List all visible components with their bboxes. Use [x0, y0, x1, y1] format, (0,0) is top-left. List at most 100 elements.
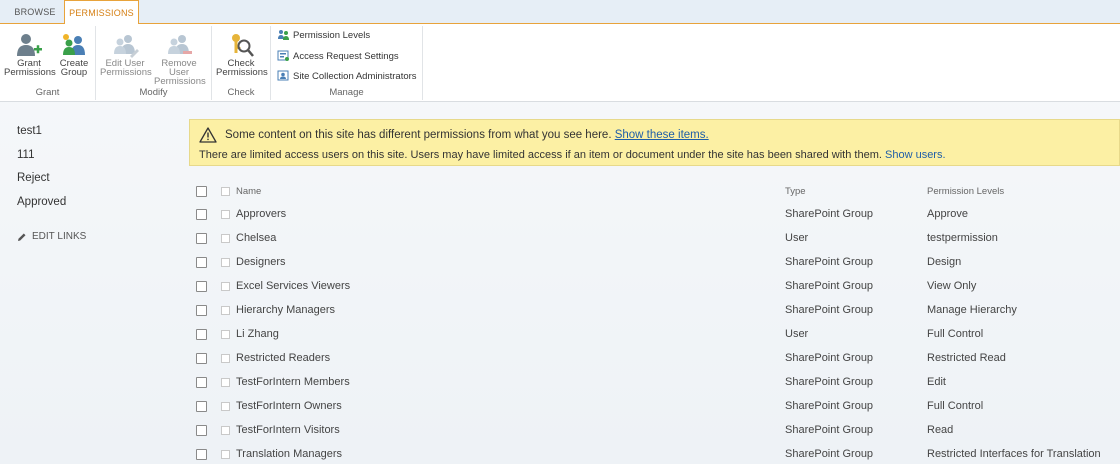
nav-item-test1[interactable]: test1 — [17, 124, 167, 148]
grant-permissions-button[interactable]: Grant Permissions — [4, 28, 56, 84]
ribbon-group-manage: Permission Levels Access Request Setting… — [271, 26, 423, 100]
tab-browse[interactable]: BROWSE — [6, 0, 64, 24]
show-these-items-link[interactable]: Show these items. — [615, 129, 709, 141]
row-name[interactable]: Restricted Readers — [236, 352, 330, 364]
remove-user-permissions-label-1: Remove User — [161, 58, 197, 78]
row-checkbox[interactable] — [196, 257, 207, 268]
notice-line-1-text: Some content on this site has different … — [225, 129, 612, 141]
row-checkbox[interactable] — [196, 209, 207, 220]
tab-permissions[interactable]: PERMISSIONS — [64, 0, 139, 25]
row-checkbox[interactable] — [196, 449, 207, 460]
site-collection-administrators-button[interactable]: Site Collection Administrators — [277, 69, 417, 85]
row-type: SharePoint Group — [785, 424, 874, 436]
permission-levels-button[interactable]: Permission Levels — [277, 28, 370, 44]
edit-links-label: EDIT LINKS — [32, 231, 87, 242]
row-type: SharePoint Group — [785, 280, 874, 292]
ribbon-tab-bar: BROWSE PERMISSIONS — [0, 0, 1120, 25]
row-checkbox[interactable] — [196, 233, 207, 244]
edit-links-button[interactable]: EDIT LINKS — [17, 231, 167, 242]
table-row[interactable]: Hierarchy Managers SharePoint Group Mana… — [189, 299, 1120, 323]
row-checkbox[interactable] — [196, 353, 207, 364]
row-item-checkbox[interactable] — [221, 426, 230, 435]
access-request-settings-label: Access Request Settings — [293, 51, 399, 62]
pencil-icon — [18, 233, 26, 241]
row-item-checkbox[interactable] — [221, 450, 230, 459]
create-group-button[interactable]: Create Group — [49, 28, 99, 84]
table-row[interactable]: TestForIntern Owners SharePoint Group Fu… — [189, 395, 1120, 419]
table-row[interactable]: Approvers SharePoint Group Approve — [189, 203, 1120, 227]
site-collection-administrators-label: Site Collection Administrators — [293, 71, 417, 82]
row-item-checkbox[interactable] — [221, 378, 230, 387]
row-name[interactable]: Chelsea — [236, 232, 276, 244]
site-admins-icon — [277, 70, 289, 81]
table-row[interactable]: Designers SharePoint Group Design — [189, 251, 1120, 275]
table-header: Name Type Permission Levels — [189, 180, 1120, 203]
row-item-checkbox[interactable] — [221, 234, 230, 243]
row-checkbox[interactable] — [196, 377, 207, 388]
row-checkbox[interactable] — [196, 281, 207, 292]
ribbon: Grant Permissions Create Group Grant Edi… — [0, 24, 1120, 102]
row-permission-level: Approve — [927, 208, 968, 220]
row-name[interactable]: Translation Managers — [236, 448, 342, 460]
row-permission-level: Restricted Interfaces for Translation — [927, 448, 1101, 460]
row-item-checkbox[interactable] — [221, 402, 230, 411]
row-permission-level: Design — [927, 256, 962, 268]
row-checkbox[interactable] — [196, 329, 207, 340]
row-name[interactable]: Approvers — [236, 208, 286, 220]
row-checkbox[interactable] — [196, 305, 207, 316]
row-name[interactable]: Designers — [236, 256, 286, 268]
access-request-settings-button[interactable]: Access Request Settings — [277, 49, 399, 65]
permissions-table: Name Type Permission Levels Approvers Sh… — [189, 180, 1120, 464]
row-type: User — [785, 328, 809, 340]
remove-user-permissions-label-2: Permissions — [154, 76, 206, 87]
row-name[interactable]: Li Zhang — [236, 328, 279, 340]
column-header-name[interactable]: Name — [236, 186, 261, 197]
row-item-checkbox[interactable] — [221, 354, 230, 363]
edit-user-permissions-button[interactable]: Edit User Permissions — [100, 28, 152, 84]
column-header-permission-levels[interactable]: Permission Levels — [927, 186, 1004, 197]
row-name[interactable]: Hierarchy Managers — [236, 304, 335, 316]
ribbon-group-grant: Grant Permissions Create Group Grant — [0, 26, 96, 100]
permission-levels-icon — [278, 30, 289, 41]
row-type: SharePoint Group — [785, 376, 874, 388]
notice-line-2: There are limited access users on this s… — [199, 149, 946, 161]
select-all-checkbox[interactable] — [196, 186, 207, 197]
edit-user-permissions-icon — [114, 35, 139, 58]
table-row[interactable]: TestForIntern Visitors SharePoint Group … — [189, 419, 1120, 443]
warning-icon — [199, 127, 217, 143]
check-permissions-button[interactable]: Check Permissions — [216, 28, 268, 84]
row-permission-level: Manage Hierarchy — [927, 304, 1017, 316]
header-item-checkbox[interactable] — [221, 187, 230, 196]
row-item-checkbox[interactable] — [221, 210, 230, 219]
row-item-checkbox[interactable] — [221, 306, 230, 315]
row-item-checkbox[interactable] — [221, 282, 230, 291]
nav-item-reject[interactable]: Reject — [17, 171, 167, 195]
column-header-type[interactable]: Type — [785, 186, 806, 197]
grant-permissions-icon — [17, 34, 42, 56]
table-row[interactable]: Restricted Readers SharePoint Group Rest… — [189, 347, 1120, 371]
remove-user-permissions-icon — [168, 35, 192, 54]
table-row[interactable]: TestForIntern Members SharePoint Group E… — [189, 371, 1120, 395]
nav-item-111[interactable]: 111 — [17, 148, 167, 172]
table-row[interactable]: Li Zhang User Full Control — [189, 323, 1120, 347]
grant-permissions-label-2: Permissions — [4, 67, 56, 78]
row-type: SharePoint Group — [785, 352, 874, 364]
show-users-link[interactable]: Show users. — [885, 149, 946, 161]
permission-levels-label: Permission Levels — [293, 30, 371, 41]
row-checkbox[interactable] — [196, 425, 207, 436]
row-name[interactable]: TestForIntern Visitors — [236, 424, 340, 436]
nav-item-approved[interactable]: Approved — [17, 195, 167, 219]
row-type: SharePoint Group — [785, 256, 874, 268]
table-row[interactable]: Excel Services Viewers SharePoint Group … — [189, 275, 1120, 299]
row-name[interactable]: TestForIntern Members — [236, 376, 350, 388]
table-row[interactable]: Translation Managers SharePoint Group Re… — [189, 443, 1120, 464]
row-checkbox[interactable] — [196, 401, 207, 412]
row-name[interactable]: TestForIntern Owners — [236, 400, 342, 412]
row-permission-level: Full Control — [927, 328, 984, 340]
row-name[interactable]: Excel Services Viewers — [236, 280, 350, 292]
row-item-checkbox[interactable] — [221, 330, 230, 339]
remove-user-permissions-button[interactable]: Remove User Permissions — [154, 28, 206, 87]
table-row[interactable]: Chelsea User testpermission — [189, 227, 1120, 251]
row-item-checkbox[interactable] — [221, 258, 230, 267]
group-label-modify: Modify — [139, 87, 168, 98]
